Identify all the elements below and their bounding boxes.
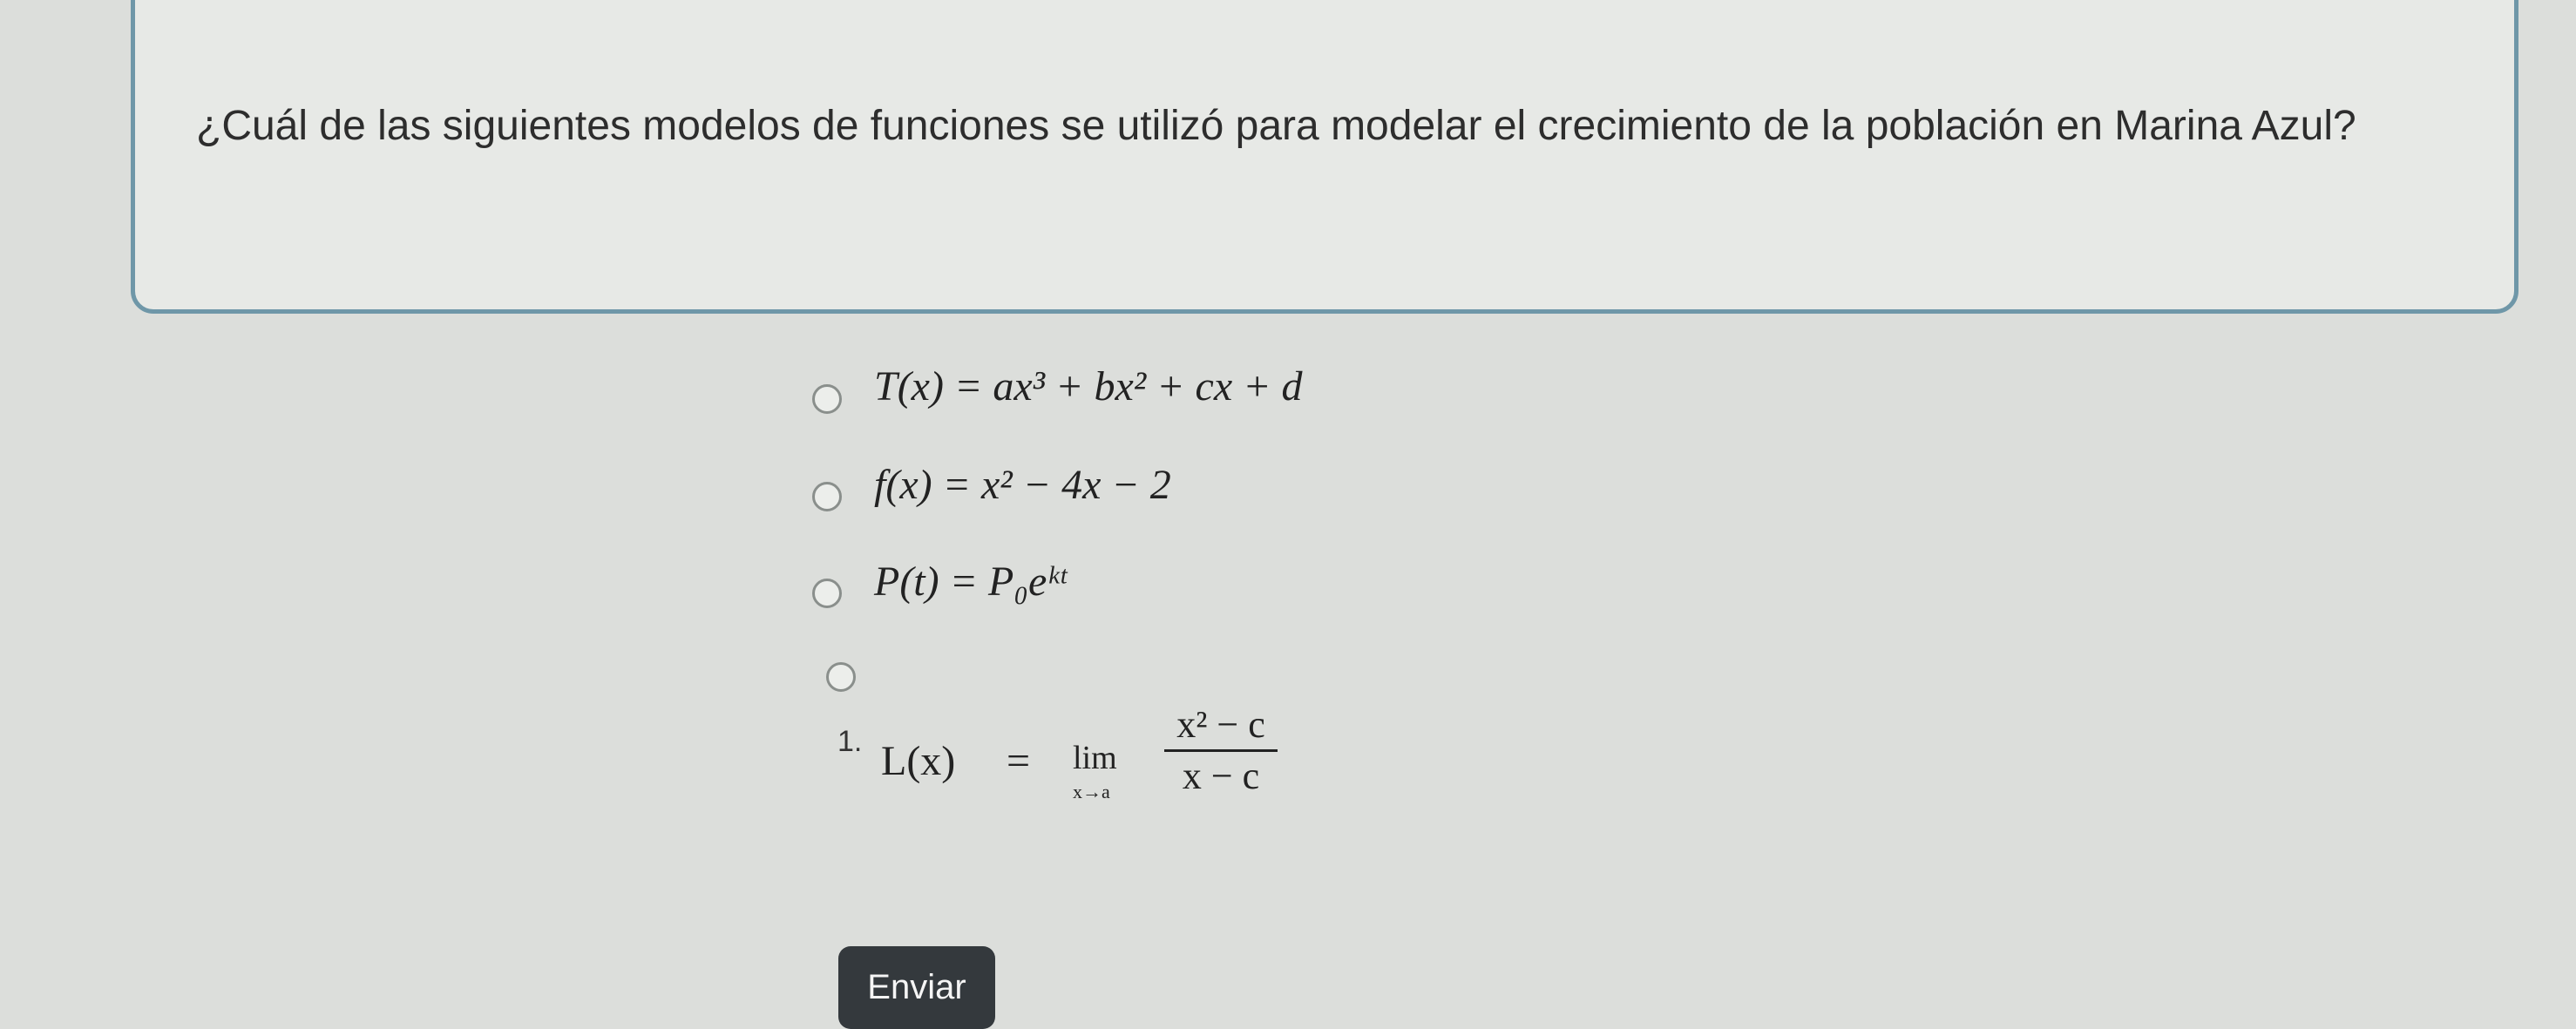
limit-subscript: x→a: [1073, 781, 1110, 802]
answer-option-2[interactable]: f(x) = x² − 4x − 2: [810, 462, 1595, 525]
option-3-formula: P(t) = P₀eᵏᵗ: [874, 559, 1066, 605]
option-1-formula: T(x) = ax³ + bx² + cx + d: [874, 363, 1303, 410]
option-2-formula: f(x) = x² − 4x − 2: [874, 462, 1171, 508]
question-text: ¿Cuál de las siguientes modelos de funci…: [196, 103, 2356, 149]
limit-lhs: L(x): [881, 738, 956, 784]
radio-button-icon[interactable]: [826, 662, 856, 692]
radio-button-icon[interactable]: [812, 384, 842, 414]
fraction-numerator: x² − c: [1176, 703, 1265, 746]
radio-button-icon[interactable]: [812, 482, 842, 511]
radio-button-icon[interactable]: [812, 579, 842, 608]
answer-option-3[interactable]: P(t) = P₀eᵏᵗ: [810, 559, 1595, 622]
limit-word: lim: [1073, 740, 1117, 776]
option-list-number: 1.: [837, 725, 863, 758]
fraction-denominator: x − c: [1182, 755, 1260, 797]
answer-option-4[interactable]: 1. L(x) = lim x→a x² − c x − c: [810, 662, 1595, 802]
answer-option-1[interactable]: T(x) = ax³ + bx² + cx + d: [810, 363, 1595, 427]
submit-button[interactable]: Enviar: [838, 946, 995, 1029]
limit-fraction: x² − c x − c: [1164, 702, 1278, 801]
limit-formula: L(x) = lim x→a x² − c x − c: [881, 702, 1343, 807]
limit-equals: =: [1007, 738, 1031, 784]
